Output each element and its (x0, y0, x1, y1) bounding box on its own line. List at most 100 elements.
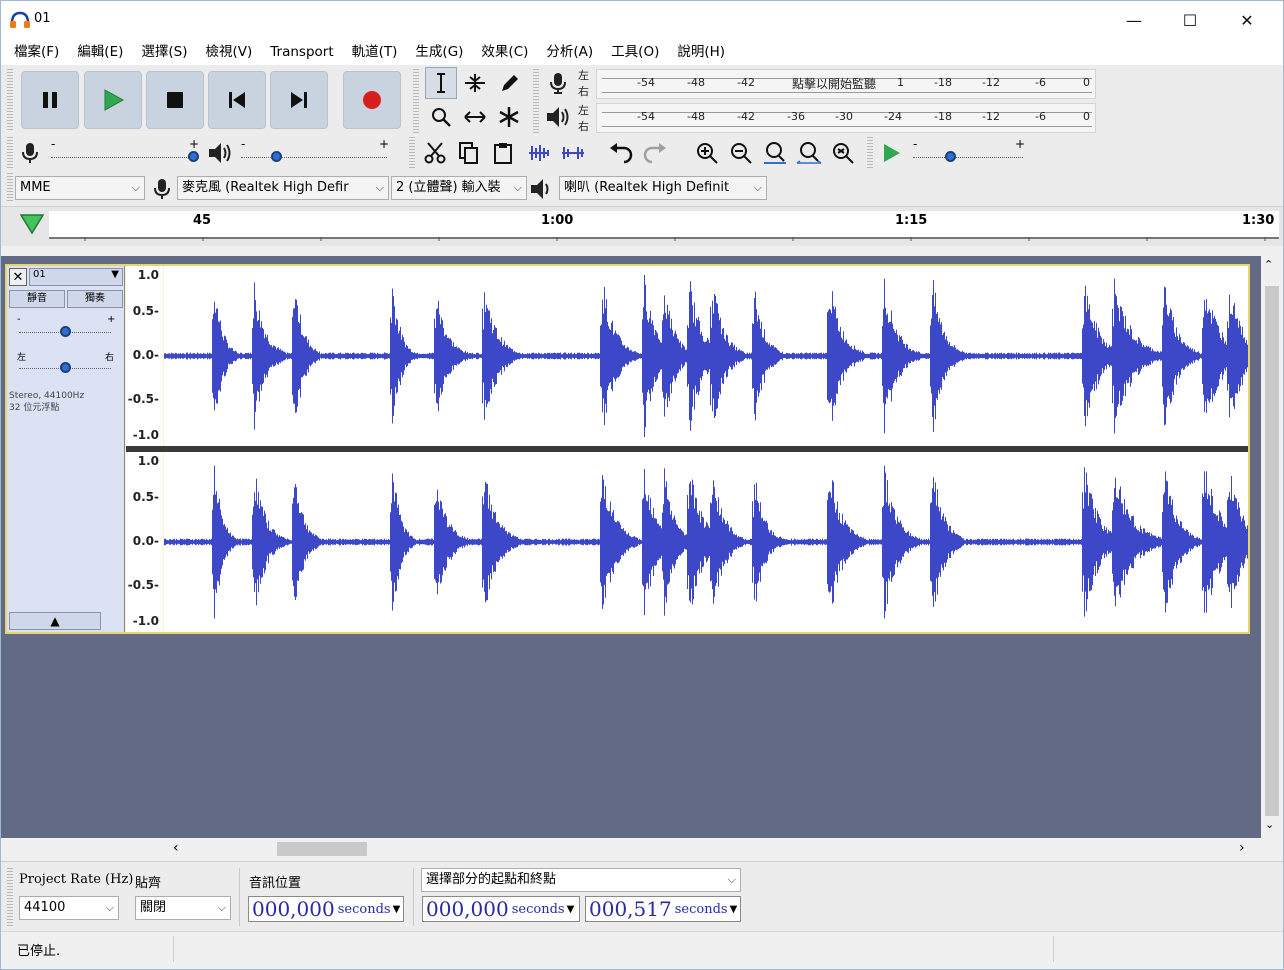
scroll-up-arrow[interactable]: ⌃ (1264, 258, 1273, 271)
waveform-right-channel[interactable] (164, 452, 1248, 632)
track-format-info: Stereo, 44100Hz 32 位元浮點 (9, 391, 85, 413)
paste-button[interactable] (487, 137, 519, 169)
selection-tool[interactable] (425, 67, 457, 99)
selection-mode-select[interactable]: 選擇部分的起點和終點 ⌵ (421, 868, 741, 892)
snap-to-select[interactable]: 關閉 ⌵ (135, 896, 231, 920)
project-rate-select[interactable]: 44100 ⌵ (19, 896, 119, 920)
track-menu-button[interactable]: 01 ▼ (29, 268, 123, 286)
speaker-icon (531, 179, 549, 199)
recording-device-select[interactable]: 麥克風 (Realtek High Defir ⌵ (177, 176, 389, 200)
ruler-tick-label: 1:00 (541, 213, 574, 228)
menu-view[interactable]: 檢視(V) (197, 39, 262, 65)
toolbar-grip[interactable] (7, 173, 13, 203)
asterisk-icon (499, 107, 519, 127)
menu-tracks[interactable]: 軌道(T) (343, 39, 407, 65)
speaker-icon (209, 143, 231, 163)
draw-tool[interactable] (493, 67, 525, 99)
record-meter-mic-icon[interactable] (547, 71, 569, 95)
menu-edit[interactable]: 編輯(E) (68, 39, 132, 65)
menu-effect[interactable]: 效果(C) (472, 39, 537, 65)
undo-button[interactable] (605, 137, 637, 169)
skip-to-end-button[interactable] (270, 71, 328, 129)
zoom-out-button[interactable] (725, 137, 757, 169)
menu-transport[interactable]: Transport (261, 39, 342, 65)
time-shift-tool[interactable] (459, 101, 491, 133)
pin-play-head-icon[interactable] (19, 213, 45, 235)
redo-button[interactable] (639, 137, 671, 169)
toolbar-grip[interactable] (409, 137, 415, 169)
record-meter[interactable]: -54 -48 -42 點擊以開始監聽 1 -18 -12 -6 0 (596, 69, 1096, 99)
recording-volume-slider[interactable]: - + (49, 137, 205, 165)
close-button[interactable]: ✕ (1219, 1, 1275, 39)
play-icon (884, 144, 900, 162)
waveform-svg (164, 275, 1248, 437)
scroll-down-arrow[interactable]: ⌄ (1265, 818, 1274, 831)
timeline-ruler[interactable]: 45 1:00 1:15 1:30 (1, 206, 1283, 246)
recording-channels-select[interactable]: 2 (立體聲) 輸入裝 ⌵ (391, 176, 527, 200)
menu-analyze[interactable]: 分析(A) (537, 39, 602, 65)
fit-project-button[interactable] (793, 137, 825, 169)
vertical-scrollbar[interactable]: ⌃ ⌄ (1261, 256, 1283, 838)
menu-select[interactable]: 選擇(S) (132, 39, 196, 65)
toolbar-grip[interactable] (7, 137, 13, 169)
slider-knob[interactable] (188, 151, 199, 162)
close-track-button[interactable]: ✕ (9, 268, 27, 286)
silence-audio-button[interactable] (557, 137, 589, 169)
menu-file[interactable]: 檔案(F) (5, 39, 68, 65)
toolbar-grip[interactable] (867, 137, 873, 169)
audio-host-select[interactable]: MME ⌵ (15, 176, 145, 200)
scroll-left-arrow[interactable]: ‹ (173, 840, 179, 856)
playback-device-select[interactable]: 喇叭 (Realtek High Definit ⌵ (559, 176, 767, 200)
stop-button[interactable] (146, 71, 204, 129)
zoom-tool[interactable] (425, 101, 457, 133)
play-button[interactable] (84, 71, 142, 129)
playback-meter-speaker-icon[interactable] (545, 105, 571, 129)
playback-meter[interactable]: -54 -48 -42 -36 -30 -24 -18 -12 -6 0 (596, 103, 1096, 133)
trim-icon (529, 145, 549, 161)
slider-knob[interactable] (271, 151, 282, 162)
scroll-right-arrow[interactable]: › (1239, 840, 1245, 856)
trim-audio-button[interactable] (523, 137, 555, 169)
selection-start-field[interactable]: 000,000 seconds ▼ (422, 896, 580, 922)
multi-tool[interactable] (493, 101, 525, 133)
toolbar-grip[interactable] (413, 69, 419, 133)
slider-knob[interactable] (945, 151, 956, 162)
play-at-speed-button[interactable] (875, 137, 907, 169)
maximize-button[interactable]: ☐ (1162, 1, 1218, 39)
mute-button[interactable]: 靜音 (9, 290, 65, 308)
solo-button[interactable]: 獨奏 (67, 290, 123, 308)
envelope-icon (465, 74, 485, 92)
toolbar-grip[interactable] (7, 69, 13, 131)
waveform-left-channel[interactable] (164, 266, 1248, 446)
menu-generate[interactable]: 生成(G) (406, 39, 472, 65)
gain-slider[interactable]: - + (17, 314, 115, 340)
selection-end-field[interactable]: 000,517 seconds ▼ (585, 896, 741, 922)
slider-knob[interactable] (60, 362, 71, 373)
play-speed-slider[interactable]: - + (911, 137, 1029, 165)
scroll-thumb[interactable] (277, 842, 367, 856)
pause-button[interactable] (21, 71, 79, 129)
menu-help[interactable]: 說明(H) (668, 39, 734, 65)
collapse-track-button[interactable]: ▲ (9, 612, 101, 630)
zoom-toggle-button[interactable] (827, 137, 859, 169)
clipboard-icon (494, 143, 512, 164)
pan-slider[interactable]: 左 右 (17, 352, 115, 376)
title-bar: 01 — ☐ ✕ (1, 1, 1283, 39)
horizontal-scrollbar[interactable]: ‹ › (1, 838, 1261, 860)
fit-selection-button[interactable] (759, 137, 791, 169)
vertical-ruler-left-channel: 1.0 0.5- 0.0- -0.5- -1.0 (126, 266, 163, 446)
menu-tools[interactable]: 工具(O) (602, 39, 668, 65)
audio-position-field[interactable]: 000,000 seconds ▼ (248, 896, 404, 922)
envelope-tool[interactable] (459, 67, 491, 99)
cut-button[interactable] (419, 137, 451, 169)
zoom-in-button[interactable] (691, 137, 723, 169)
minimize-button[interactable]: — (1106, 1, 1162, 39)
skip-to-start-button[interactable] (208, 71, 266, 129)
playback-volume-slider[interactable]: - + (239, 137, 391, 165)
toolbar-grip[interactable] (533, 69, 539, 133)
pause-icon (43, 92, 57, 108)
record-button[interactable] (343, 71, 401, 129)
slider-knob[interactable] (60, 326, 71, 337)
copy-button[interactable] (453, 137, 485, 169)
scroll-thumb[interactable] (1265, 286, 1279, 816)
